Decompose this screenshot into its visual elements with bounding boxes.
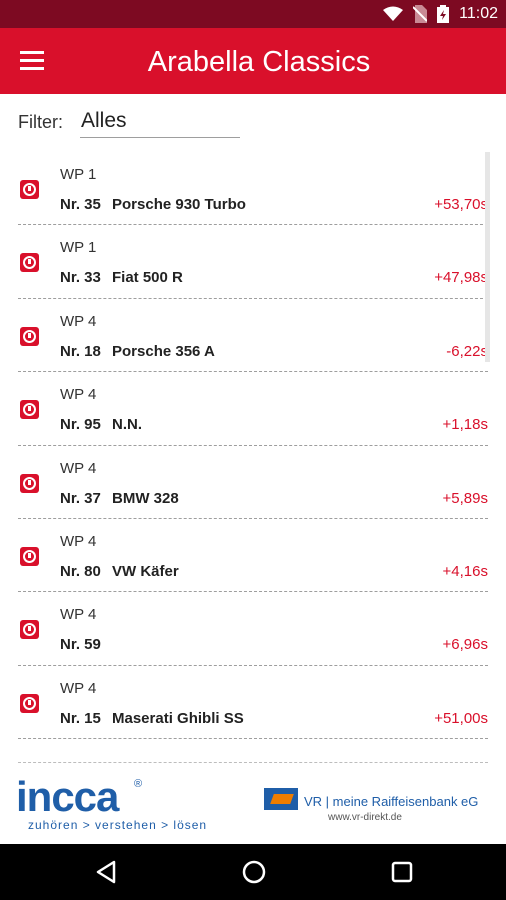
list-item[interactable]: WP 4 Nr. 18 Porsche 356 A -6,22s <box>0 299 506 373</box>
alert-icon <box>20 253 39 273</box>
list-item[interactable]: WP 4 Nr. 15 Maserati Ghibli SS +51,00s <box>0 666 506 740</box>
car-number: Nr. 95 <box>60 416 101 434</box>
car-number: Nr. 37 <box>60 489 101 507</box>
car-number: Nr. 33 <box>60 269 101 287</box>
time-delta: -6,22s <box>446 342 488 360</box>
car-number: Nr. 18 <box>60 342 101 360</box>
time-delta: +6,96s <box>442 636 488 654</box>
home-icon[interactable] <box>240 858 268 886</box>
stage-label: WP 4 <box>60 679 97 697</box>
system-nav-bar <box>0 844 506 900</box>
time-delta: +4,16s <box>442 562 488 580</box>
result-list: WP 1 Nr. 35 Porsche 930 Turbo +53,70s WP 1 Nr… <box>0 152 506 742</box>
vr-logo-icon <box>264 788 298 810</box>
alert-icon <box>20 473 39 493</box>
car-name: BMW 328 <box>112 489 179 507</box>
filter-select[interactable]: Alles <box>80 108 240 138</box>
alert-icon <box>20 546 39 566</box>
app-title: Arabella Classics <box>147 46 371 78</box>
car-number: Nr. 59 <box>60 636 101 654</box>
car-name: VW Käfer <box>112 562 179 580</box>
alert-icon <box>20 180 39 199</box>
list-item[interactable]: WP 1 Nr. 35 Porsche 930 Turbo +53,70s <box>0 152 506 226</box>
time-delta: +1,18s <box>442 416 488 434</box>
list-item[interactable]: WP 4 Nr. 59 +6,96s <box>0 592 506 666</box>
no-sim-icon <box>413 5 428 23</box>
battery-charging-icon <box>437 5 450 23</box>
incca-tagline: zuhören > verstehen > lösen <box>28 818 208 832</box>
car-name: Maserati Ghibli SS <box>112 709 244 727</box>
stage-label: WP 1 <box>60 239 97 257</box>
app-bar: Arabella Classics <box>0 28 506 94</box>
list-item[interactable]: WP 4 Nr. 37 BMW 328 +5,89s <box>0 446 506 519</box>
list-item[interactable]: WP 4 Nr. 95 N.N. +1,18s <box>0 372 506 446</box>
car-name: Porsche 356 A <box>112 342 215 360</box>
filter-label: Filter: <box>18 112 63 132</box>
car-name: Porsche 930 Turbo <box>112 196 246 213</box>
status-bar: 11:02 <box>0 0 506 28</box>
recents-icon[interactable] <box>388 858 416 886</box>
bank-url: www.vr-direkt.de <box>328 812 402 823</box>
car-number: Nr. 15 <box>60 709 101 727</box>
stage-label: WP 4 <box>60 606 97 624</box>
car-name: N.N. <box>112 416 142 434</box>
car-name: Fiat 500 R <box>112 269 183 287</box>
car-number: Nr. 80 <box>60 562 101 580</box>
registered-mark: ® <box>134 778 143 790</box>
scrollbar[interactable] <box>485 152 490 362</box>
bank-name: VR | meine Raiffeisenbank eG <box>304 794 479 809</box>
stage-label: WP 4 <box>60 312 97 330</box>
incca-logo: incca ® zuhören > verstehen > lösen <box>16 776 256 836</box>
stage-label: WP 4 <box>60 386 97 404</box>
stage-label: WP 4 <box>60 459 97 477</box>
status-time: 11:02 <box>459 5 498 22</box>
wifi-icon <box>383 6 404 21</box>
car-number: Nr. 35 <box>60 196 101 213</box>
back-icon[interactable] <box>92 858 120 886</box>
time-delta: +51,00s <box>434 709 488 727</box>
alert-icon <box>20 400 39 420</box>
bank-logo: VR | meine Raiffeisenbank eG www.vr-dire… <box>260 786 490 826</box>
status-icons: 11:02 <box>383 4 498 24</box>
list-item[interactable]: WP 4 Nr. 80 VW Käfer +4,16s <box>0 519 506 593</box>
stage-label: WP 4 <box>60 532 97 550</box>
alert-icon <box>20 326 39 346</box>
stage-label: WP 1 <box>60 166 97 183</box>
list-item[interactable]: WP 1 Nr. 33 Fiat 500 R +47,98s <box>0 225 506 299</box>
alert-icon <box>20 693 39 713</box>
alert-icon <box>20 620 39 640</box>
footer-divider <box>18 762 488 763</box>
time-delta: +47,98s <box>434 269 488 287</box>
time-delta: +53,70s <box>434 196 488 213</box>
time-delta: +5,89s <box>442 489 488 507</box>
row-divider <box>18 738 488 740</box>
